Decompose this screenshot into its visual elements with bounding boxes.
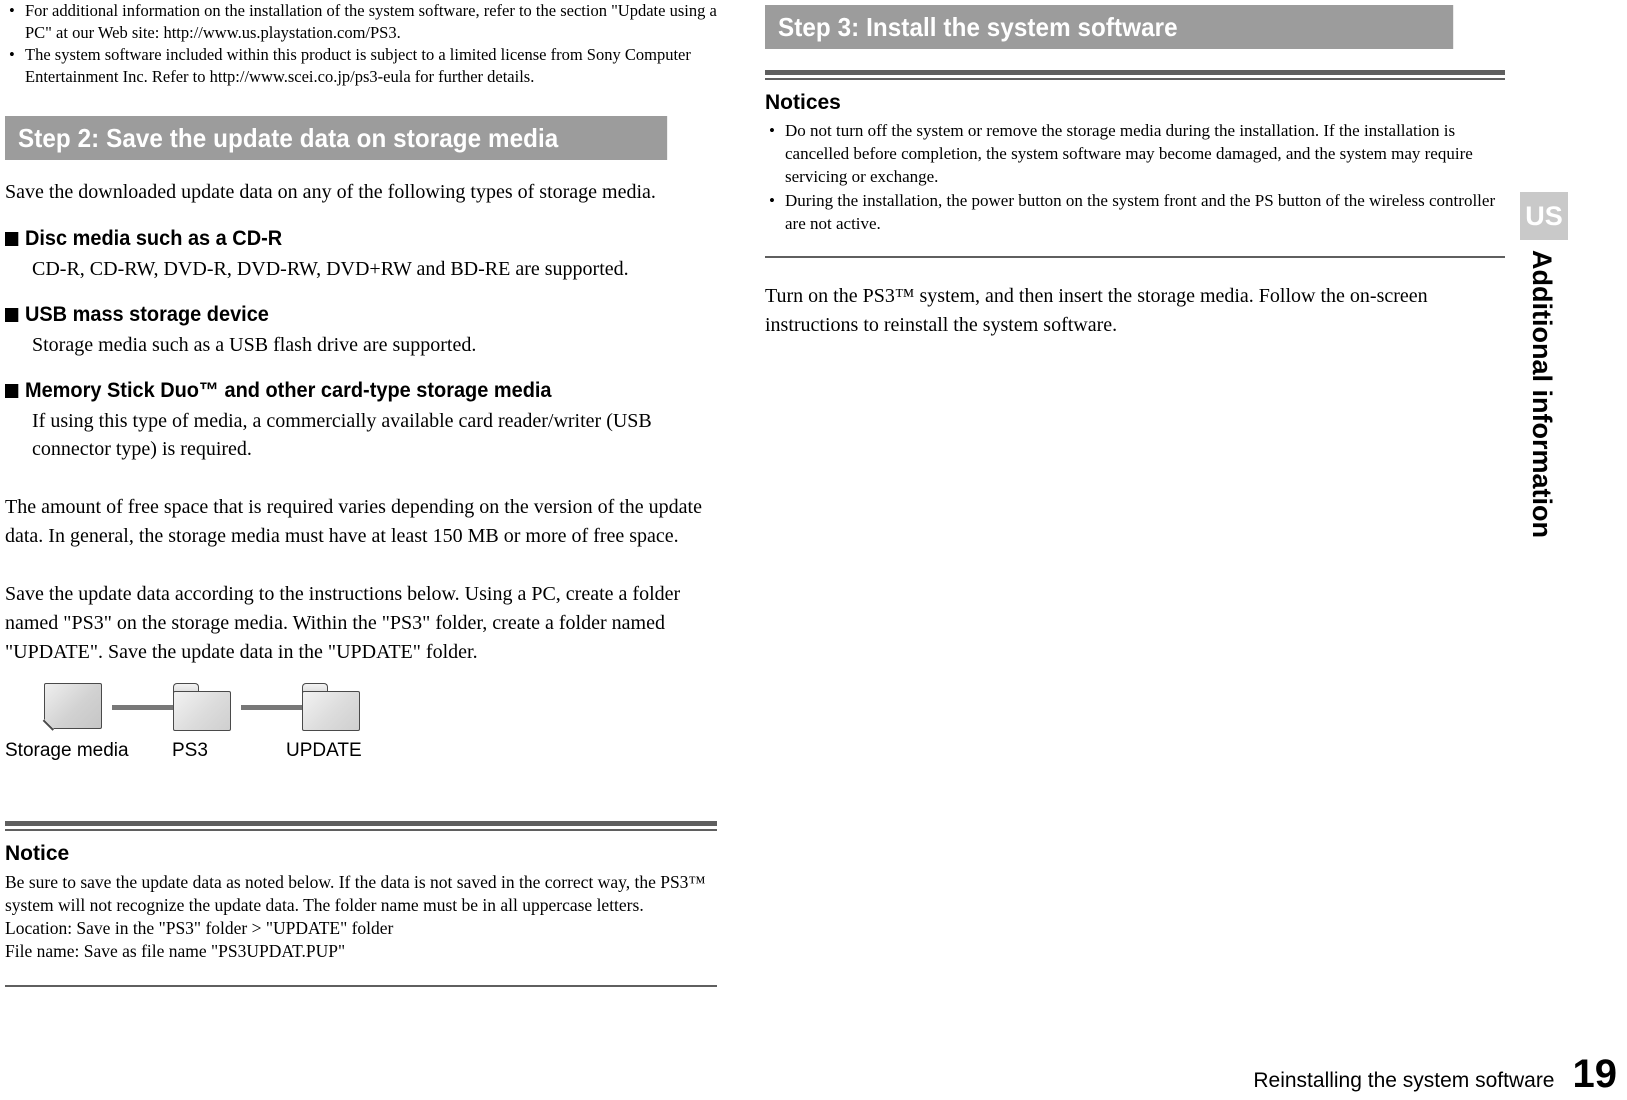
intro-bullet-text: The system software included within this…: [25, 45, 691, 86]
diagram-label-storage-media: Storage media: [5, 740, 129, 761]
closing-paragraph: Turn on the PS3™ system, and then insert…: [765, 285, 1428, 336]
notices-heading: Notices: [765, 91, 841, 114]
intro-bullet-text: For additional information on the instal…: [25, 1, 717, 42]
list-item: • For additional information on the inst…: [5, 0, 717, 43]
intro-bullet-list: • For additional information on the inst…: [5, 0, 717, 87]
page-footer: Reinstalling the system software 19: [1253, 1054, 1617, 1094]
bullet-dot-icon: •: [769, 191, 775, 210]
diagram-item-storage-media: [43, 683, 103, 730]
black-square-bullet-icon: [5, 308, 19, 322]
list-item: • Do not turn off the system or remove t…: [765, 119, 1505, 188]
folder-body: [302, 691, 360, 731]
media-type-memory-stick: Memory Stick Duo™ and other card-type st…: [5, 377, 717, 463]
list-item: • The system software included within th…: [5, 44, 717, 87]
page-number: 19: [1572, 1052, 1618, 1096]
media-heading-label: USB mass storage device: [24, 303, 269, 326]
instructions-paragraph: Save the update data according to the in…: [5, 583, 681, 663]
bullet-dot-icon: •: [9, 1, 15, 20]
left-column: • For additional information on the inst…: [5, 0, 717, 987]
media-description: Storage media such as a USB flash drive …: [32, 334, 477, 356]
media-type-disc: Disc media such as a CD-R CD-R, CD-RW, D…: [5, 225, 717, 283]
notice-line: Be sure to save the update data as noted…: [5, 872, 706, 915]
diagram-label-ps3: PS3: [172, 740, 208, 761]
media-type-usb: USB mass storage device Storage media su…: [5, 301, 717, 359]
right-column: Step 3: Install the system software Noti…: [765, 0, 1505, 340]
notice-bullet-text: Do not turn off the system or remove the…: [785, 121, 1473, 186]
step2-header-label: Step 2: Save the update data on storage …: [5, 116, 668, 160]
diagram-connector-line: [112, 705, 174, 710]
notice-bullet-text: During the installation, the power butto…: [785, 191, 1496, 233]
notice-rule-bottom: [5, 985, 717, 987]
diagram-label-update: UPDATE: [286, 740, 362, 761]
notice-line: Location: Save in the "PS3" folder > "UP…: [5, 918, 394, 938]
media-heading-label: Disc media such as a CD-R: [24, 227, 283, 250]
notice-heading: Notice: [5, 842, 70, 865]
folder-icon: [173, 683, 231, 731]
step3-header-bar: Step 3: Install the system software: [765, 5, 1505, 49]
notices-bullet-list: • Do not turn off the system or remove t…: [765, 119, 1505, 235]
step2-header-bar: Step 2: Save the update data on storage …: [5, 116, 717, 160]
notices-rule-thin: [765, 78, 1505, 80]
lead-paragraph: Save the downloaded update data on any o…: [5, 181, 656, 203]
folder-icon: [302, 683, 360, 731]
media-heading: USB mass storage device: [5, 301, 681, 329]
diagram-connector-line: [241, 705, 303, 710]
media-heading-label: Memory Stick Duo™ and other card-type st…: [24, 379, 552, 402]
step3-header-label: Step 3: Install the system software: [765, 5, 1454, 49]
region-tab-us: US: [1520, 192, 1568, 240]
black-square-bullet-icon: [5, 384, 19, 398]
notice-line: File name: Save as file name "PS3UPDAT.P…: [5, 941, 346, 961]
bullet-dot-icon: •: [9, 45, 15, 64]
diagram-item-update: [301, 683, 361, 731]
folder-structure-diagram: Storage media PS3 UPDATE: [5, 683, 717, 775]
diagram-item-ps3: [172, 683, 232, 731]
black-square-bullet-icon: [5, 232, 19, 246]
bullet-dot-icon: •: [769, 121, 775, 140]
free-space-paragraph: The amount of free space that is require…: [5, 496, 702, 547]
media-description: If using this type of media, a commercia…: [32, 410, 652, 460]
footer-section-label: Reinstalling the system software: [1253, 1069, 1555, 1092]
notice-rule-thin: [5, 829, 717, 831]
media-heading: Disc media such as a CD-R: [5, 225, 681, 253]
list-item: • During the installation, the power but…: [765, 189, 1505, 235]
memory-card-icon: [43, 683, 102, 730]
media-description: CD-R, CD-RW, DVD-R, DVD-RW, DVD+RW and B…: [32, 258, 629, 280]
chapter-side-label: Additional information: [1527, 250, 1557, 538]
folder-body: [173, 691, 231, 731]
media-heading: Memory Stick Duo™ and other card-type st…: [5, 377, 681, 405]
